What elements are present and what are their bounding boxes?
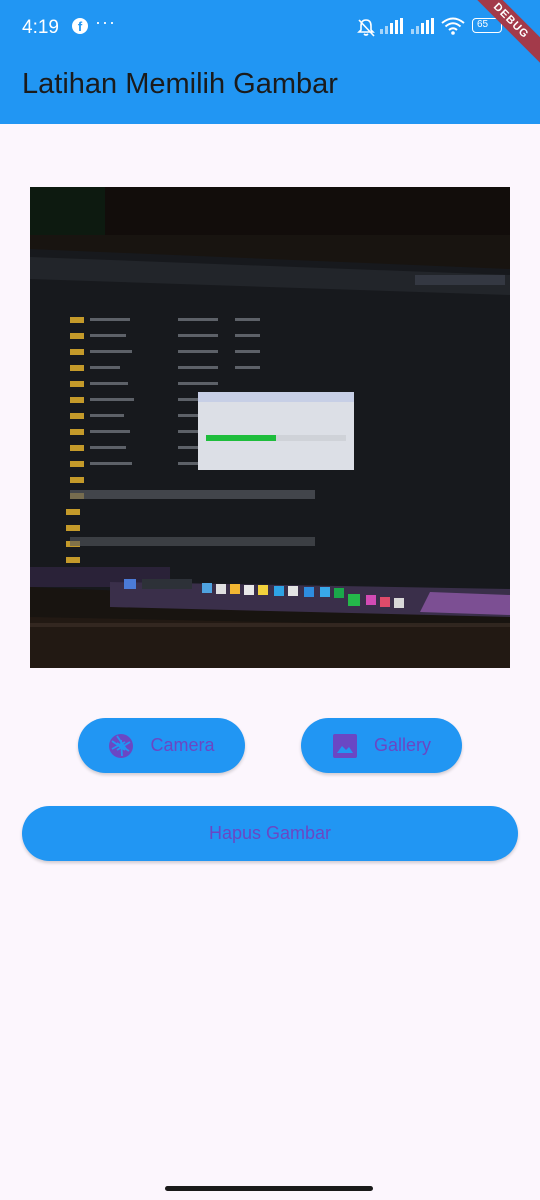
more-dots-icon: ··· xyxy=(95,12,116,32)
selected-image xyxy=(30,187,510,668)
gallery-button-label: Gallery xyxy=(373,735,431,755)
signal-icon xyxy=(411,18,437,34)
status-time: 4:19 xyxy=(22,17,59,38)
home-indicator[interactable] xyxy=(165,1186,373,1191)
status-bar: 4:19 f ··· 65 xyxy=(0,0,540,56)
camera-button[interactable]: Camera xyxy=(78,718,245,773)
gallery-button[interactable]: Gallery xyxy=(301,718,462,773)
delete-image-button-label: Hapus Gambar xyxy=(208,823,332,843)
notifications-off-icon xyxy=(357,19,375,37)
camera-button-label: Camera xyxy=(150,735,215,755)
delete-image-button[interactable]: Hapus Gambar xyxy=(22,806,518,861)
signal-icon xyxy=(380,18,406,34)
app-bar: 4:19 f ··· 65 DEBUG Latihan Memilih Gamb… xyxy=(0,0,540,124)
battery-level: 65 xyxy=(477,19,489,30)
facebook-icon: f xyxy=(72,18,88,34)
wifi-icon xyxy=(441,17,465,35)
image-icon xyxy=(332,733,357,758)
page-title: Latihan Memilih Gambar xyxy=(22,68,338,100)
photo-preview xyxy=(30,187,510,668)
camera-shutter-icon xyxy=(109,733,134,758)
